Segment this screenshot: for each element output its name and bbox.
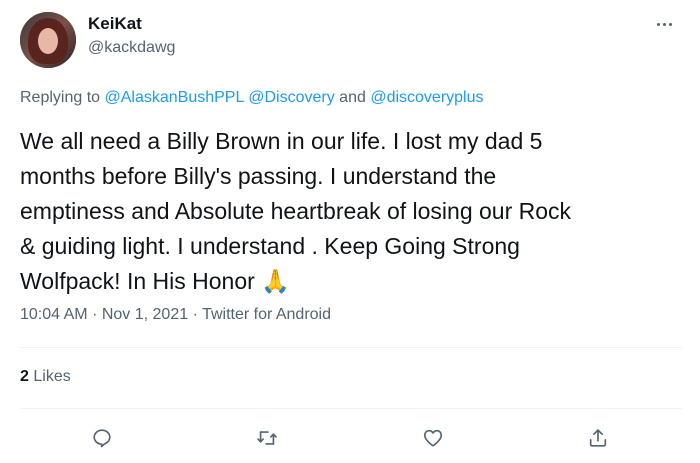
replying-to-joiner: and: [339, 89, 366, 106]
tweet-text-line: emptiness and Absolute heartbreak of los…: [20, 198, 572, 224]
likes-label: Likes: [33, 368, 71, 385]
mention-alaskanbushppl[interactable]: @AlaskanBushPPL: [105, 89, 244, 106]
meta-separator: ·: [92, 306, 98, 323]
more-options-icon[interactable]: [648, 16, 680, 32]
tweet-date[interactable]: Nov 1, 2021: [102, 306, 188, 323]
tweet-text-line: months before Billy's passing. I underst…: [20, 163, 497, 189]
author-handle[interactable]: @kackdawg: [88, 39, 175, 57]
retweet-icon: [257, 431, 277, 445]
avatar[interactable]: [20, 12, 76, 68]
mention-discoveryplus[interactable]: @discoveryplus: [370, 89, 483, 106]
tweet-text-line: & guiding light. I understand . Keep Goi…: [20, 233, 520, 259]
tweet: KeiKat @kackdawg Replying to @AlaskanBus…: [0, 0, 700, 463]
mention-discovery[interactable]: @Discovery: [248, 89, 334, 106]
retweet-button[interactable]: [252, 424, 282, 452]
reply-button[interactable]: [87, 424, 117, 452]
replying-to-line: Replying to @AlaskanBushPPL @Discovery a…: [20, 89, 484, 107]
tweet-text: We all need a Billy Brown in our life. I…: [20, 124, 680, 299]
tweet-text-line-last: Wolfpack! In His Honor 🙏: [20, 264, 680, 299]
praying-hands-icon: 🙏: [261, 268, 290, 294]
divider: [20, 347, 682, 348]
share-button[interactable]: [583, 424, 613, 452]
replying-to-label: Replying to: [20, 89, 101, 106]
tweet-text-line: Wolfpack! In His Honor: [20, 268, 255, 294]
likes-stat[interactable]: 2 Likes: [20, 368, 71, 386]
share-icon: [589, 429, 607, 447]
likes-count: 2: [20, 368, 29, 385]
heart-icon: [423, 429, 443, 447]
tweet-source: Twitter for Android: [202, 306, 332, 323]
reply-icon: [93, 429, 111, 448]
tweet-meta: 10:04 AM · Nov 1, 2021 · Twitter for And…: [20, 306, 331, 324]
tweet-text-line: We all need a Billy Brown in our life. I…: [20, 128, 543, 154]
author-display-name[interactable]: KeiKat: [88, 14, 142, 34]
like-button[interactable]: [418, 424, 448, 452]
meta-separator: ·: [192, 306, 198, 323]
divider: [20, 408, 682, 409]
tweet-time[interactable]: 10:04 AM: [20, 306, 88, 323]
